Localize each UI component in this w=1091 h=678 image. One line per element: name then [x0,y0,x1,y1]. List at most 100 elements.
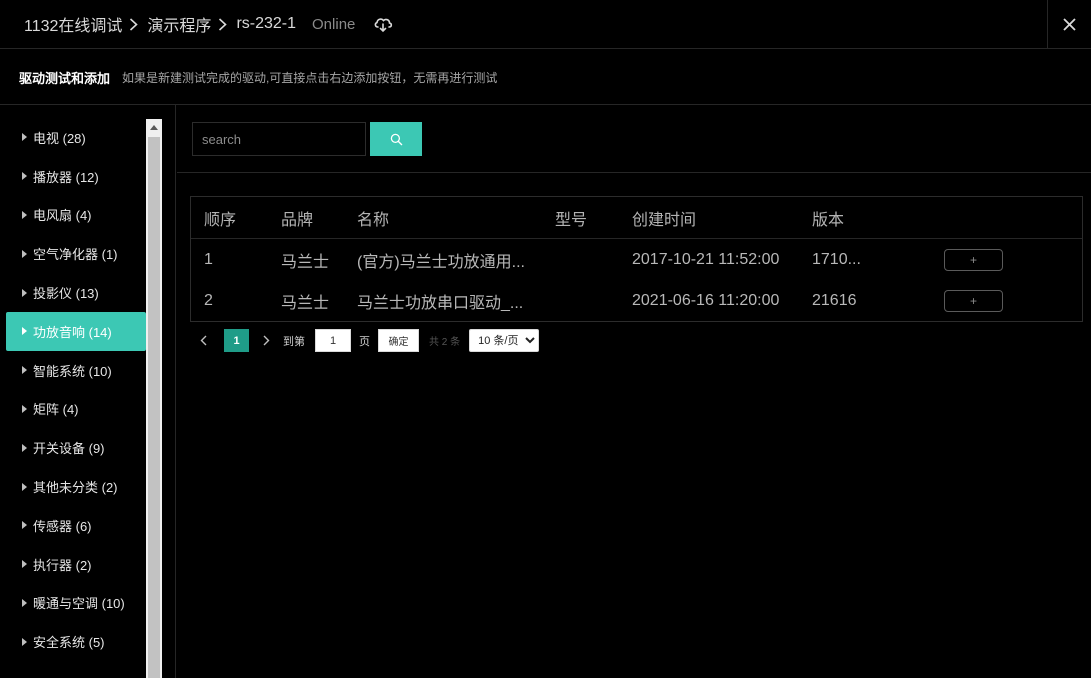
sidebar-item-label: 功放音响 (14) [33,324,112,340]
section-description: 如果是新建测试完成的驱动,可直接点击右边添加按钮，无需再进行测试 [122,70,498,85]
sidebar-item-label: 空气净化器 (1) [33,247,118,263]
column-header-model: 型号 [555,211,588,229]
scroll-up-arrow-icon[interactable] [146,119,162,135]
content-divider [177,172,1091,173]
sidebar-item-category[interactable]: 投影仪 (13) [6,273,146,312]
close-button[interactable] [1047,0,1091,49]
connection-status: Online [312,15,356,33]
sidebar-item-category[interactable]: 开关设备 (9) [6,428,146,467]
row-name: 马兰士功放串口驱动_... [357,294,524,312]
caret-right-icon [22,210,27,219]
pagination: 1 到第 页 确定 共 2 条 10 条/页 [196,329,540,352]
column-header-version: 版本 [812,211,845,229]
breadcrumb: 1132在线调试 演示程序 rs-232-1 Online [0,12,393,36]
sidebar-item-category[interactable]: 传感器 (6) [6,506,146,545]
breadcrumb-item-port: rs-232-1 [236,15,297,32]
row-action: + [944,239,1003,280]
sidebar-item-category[interactable]: 电风扇 (4) [6,196,146,235]
prev-page-button[interactable] [196,329,210,352]
caret-right-icon [22,366,27,375]
sidebar-item-category[interactable]: 矩阵 (4) [6,390,146,429]
caret-right-icon [22,560,27,569]
section-header: 驱动测试和添加 如果是新建测试完成的驱动,可直接点击右边添加按钮，无需再进行测试 [0,50,1091,105]
sidebar-item-label: 矩阵 (4) [33,402,79,418]
sidebar-item-label: 电风扇 (4) [33,208,92,224]
cloud-sync-icon[interactable] [373,15,393,33]
row-created: 2017-10-21 11:52:00 [632,250,780,268]
scroll-thumb[interactable] [148,137,160,678]
sidebar-item-label: 电视 (28) [33,130,86,146]
add-driver-button[interactable]: + [944,289,1003,312]
sidebar-item-label: 执行器 (2) [33,557,92,573]
sidebar-item-category[interactable]: 暖通与空调 (10) [6,584,146,623]
total-count: 共 2 条 [429,337,461,348]
sidebar-item-category[interactable]: 智能系统 (10) [6,351,146,390]
sidebar-item-category[interactable]: 播放器 (12) [6,157,146,196]
column-header-name: 名称 [357,211,390,229]
chevron-right-icon [263,335,269,346]
search-input[interactable] [192,122,366,156]
caret-right-icon [22,327,27,336]
sidebar-item-category[interactable]: 执行器 (2) [6,545,146,584]
caret-right-icon [22,443,27,452]
next-page-button[interactable] [259,329,273,352]
table-row: 2 马兰士 马兰士功放串口驱动_... 2021-06-16 11:20:00 … [191,280,1082,321]
close-icon [1063,18,1076,31]
column-header-created: 创建时间 [632,211,697,229]
sidebar-item-category[interactable]: 其他未分类 (2) [6,467,146,506]
breadcrumb-item-device[interactable]: 1132在线调试 [24,12,122,36]
caret-right-icon [22,404,27,413]
section-title: 驱动测试和添加 [19,70,111,86]
sidebar-item-label: 暖通与空调 (10) [33,596,125,612]
page-size-select[interactable]: 10 条/页 [469,329,540,352]
row-order: 2 [204,291,213,309]
sidebar-item-label: 其他未分类 (2) [33,480,118,496]
sidebar-item-label: 智能系统 (10) [33,363,112,379]
chevron-right-icon [129,17,139,31]
row-version: 21616 [812,291,857,309]
goto-label: 到第 [283,335,305,348]
sidebar-scrollbar[interactable] [146,119,162,678]
sidebar-item-label: 投影仪 (13) [33,286,99,302]
caret-right-icon [22,172,27,181]
search-button[interactable] [370,122,422,156]
caret-right-icon [22,249,27,258]
row-name: (官方)马兰士功放通用... [357,253,525,271]
category-list: 电视 (28) 播放器 (12) 电风扇 (4) 空气净化器 (1) 投影仪 (13) 功… [6,118,146,661]
caret-right-icon [22,637,27,646]
sidebar-item-label: 传感器 (6) [33,518,92,534]
sidebar-item-label: 播放器 (12) [33,169,99,185]
row-order: 1 [204,250,213,268]
sidebar-item-label: 开关设备 (9) [33,441,105,457]
caret-right-icon [22,521,27,530]
add-driver-button[interactable]: + [944,248,1003,271]
table-row: 1 马兰士 (官方)马兰士功放通用... 2017-10-21 11:52:00… [191,239,1082,280]
sidebar-item-label: 安全系统 (5) [33,635,105,651]
goto-page-input[interactable] [315,329,351,352]
sidebar-item-category[interactable]: 功放音响 (14) [6,311,146,351]
row-version: 1710... [812,250,861,268]
caret-right-icon [22,133,27,142]
caret-right-icon [22,288,27,297]
goto-confirm-button[interactable]: 确定 [378,329,419,352]
column-header-order: 顺序 [204,211,237,229]
row-brand: 马兰士 [281,294,330,312]
chevron-right-icon [218,17,228,31]
row-brand: 马兰士 [281,253,330,271]
row-action: + [944,280,1003,321]
sidebar-item-category[interactable]: 空气净化器 (1) [6,234,146,273]
category-sidebar: 电视 (28) 播放器 (12) 电风扇 (4) 空气净化器 (1) 投影仪 (13) 功… [0,105,176,678]
caret-right-icon [22,482,27,491]
search-icon [390,133,402,145]
header-bar: 1132在线调试 演示程序 rs-232-1 Online [0,0,1091,49]
sidebar-item-category[interactable]: 安全系统 (5) [6,622,146,661]
chevron-left-icon [200,335,206,346]
breadcrumb-item-program[interactable]: 演示程序 [147,12,211,36]
column-header-brand: 品牌 [281,211,314,229]
table-header: 顺序 品牌 名称 型号 创建时间 版本 [191,197,1082,239]
sidebar-item-category[interactable]: 电视 (28) [6,118,146,157]
page-number-current[interactable]: 1 [224,329,249,352]
row-created: 2021-06-16 11:20:00 [632,291,780,309]
page-unit-label: 页 [359,335,370,348]
driver-table: 顺序 品牌 名称 型号 创建时间 版本 1 马兰士 (官方)马兰士功放通用...… [190,196,1083,322]
